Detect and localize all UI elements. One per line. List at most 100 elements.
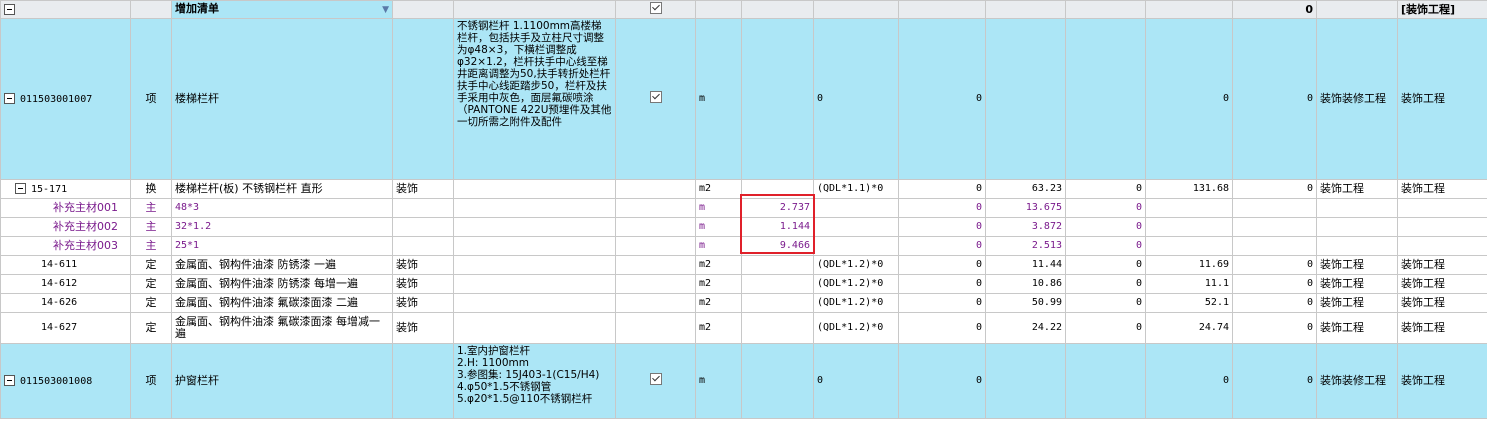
- row-name: 金属面、钢构件油漆 氟碳漆面漆 二遍: [171, 293, 393, 313]
- item-value: [985, 18, 1066, 180]
- boq-grid: 增加清单 ▼ 0 [装饰工程] 011503001007 项 楼梯栏杆 不锈钢栏杆…: [0, 0, 1487, 419]
- row-name: 25*1: [171, 236, 393, 256]
- row-code: 补充主材003: [0, 236, 131, 256]
- item-spec: [392, 18, 454, 180]
- row-qty[interactable]: 1.144: [741, 217, 814, 237]
- item-profession: 装饰工程: [1397, 343, 1487, 419]
- item-value: 0: [1145, 343, 1233, 419]
- item-value: 0: [898, 18, 986, 180]
- row-type: 主: [130, 217, 172, 237]
- item-row[interactable]: 011503001008 项 护窗栏杆 1.室内护窗栏杆 2.H: 1100mm…: [0, 343, 1487, 419]
- row-unit: m: [695, 217, 742, 237]
- row-qty[interactable]: 2.737: [741, 198, 814, 218]
- row-profession: 装饰工程: [1397, 274, 1487, 294]
- collapse-icon[interactable]: [4, 375, 15, 386]
- row-value: 63.23: [985, 179, 1066, 199]
- table-row[interactable]: 14-612 定 金属面、钢构件油漆 防锈漆 每增一遍 装饰 m2 (QDL*1…: [0, 274, 1487, 294]
- collapse-icon[interactable]: [4, 4, 15, 15]
- row-spec: 装饰: [392, 179, 454, 199]
- row-spec: 装饰: [392, 312, 454, 344]
- item-code: 011503001007: [20, 93, 93, 105]
- row-value: 0: [1232, 179, 1317, 199]
- material-row[interactable]: 补充主材003 主 25*1 m 9.466 0 2.513 0: [0, 236, 1487, 256]
- table-row[interactable]: 14-611 定 金属面、钢构件油漆 防锈漆 一遍 装饰 m2 (QDL*1.2…: [0, 255, 1487, 275]
- row-value: 0: [1065, 236, 1146, 256]
- row-name: 48*3: [171, 198, 393, 218]
- row-value: 24.74: [1145, 312, 1233, 344]
- item-checkbox[interactable]: [649, 373, 662, 385]
- row-formula: (QDL*1.2)*0: [813, 312, 899, 344]
- row-code: 14-612: [0, 274, 131, 294]
- row-value: 10.86: [985, 274, 1066, 294]
- row-value: 0: [898, 274, 986, 294]
- item-unit: m: [695, 343, 742, 419]
- table-row[interactable]: 15-171 换 楼梯栏杆(板) 不锈钢栏杆 直形 装饰 m2 (QDL*1.1…: [0, 179, 1487, 199]
- row-value: 131.68: [1145, 179, 1233, 199]
- group-name: 增加清单: [175, 2, 219, 15]
- row-unit: m2: [695, 312, 742, 344]
- row-value: 0: [1065, 255, 1146, 275]
- row-code: 14-627: [0, 312, 131, 344]
- row-value: 0: [1065, 217, 1146, 237]
- item-type: 项: [130, 18, 172, 180]
- item-name: 楼梯栏杆: [171, 18, 393, 180]
- group-toggle[interactable]: [0, 0, 131, 19]
- item-formula: 0: [813, 18, 899, 180]
- row-formula: (QDL*1.2)*0: [813, 274, 899, 294]
- row-value: 0: [898, 217, 986, 237]
- item-qty: [741, 18, 814, 180]
- table-row[interactable]: 14-626 定 金属面、钢构件油漆 氟碳漆面漆 二遍 装饰 m2 (QDL*1…: [0, 293, 1487, 313]
- row-unit: m2: [695, 255, 742, 275]
- item-value: 0: [1145, 18, 1233, 180]
- row-code: 15-171: [31, 183, 68, 195]
- item-profession: 装饰工程: [1397, 18, 1487, 180]
- collapse-icon[interactable]: [4, 93, 15, 104]
- row-name: 楼梯栏杆(板) 不锈钢栏杆 直形: [171, 179, 393, 199]
- row-value: 0: [1065, 179, 1146, 199]
- row-value: 0: [1232, 293, 1317, 313]
- row-unit: m: [695, 236, 742, 256]
- row-qty[interactable]: 9.466: [741, 236, 814, 256]
- item-description: 不锈钢栏杆 1.1100mm高楼梯栏杆，包括扶手及立柱尺寸调整为φ48×3，下横…: [453, 18, 616, 180]
- row-name: 金属面、钢构件油漆 防锈漆 每增一遍: [171, 274, 393, 294]
- row-type: 换: [130, 179, 172, 199]
- material-row[interactable]: 补充主材001 主 48*3 m 2.737 0 13.675 0: [0, 198, 1487, 218]
- row-major: 装饰工程: [1316, 312, 1398, 344]
- row-value: 0: [898, 255, 986, 275]
- item-formula: 0: [813, 343, 899, 419]
- dropdown-triangle-icon[interactable]: ▼: [382, 3, 389, 17]
- row-value: 0: [898, 312, 986, 344]
- row-value: 0: [1232, 274, 1317, 294]
- row-value: 0: [898, 198, 986, 218]
- row-value: 0: [898, 236, 986, 256]
- collapse-icon[interactable]: [15, 183, 26, 194]
- row-major: 装饰工程: [1316, 255, 1398, 275]
- row-type: 定: [130, 255, 172, 275]
- row-formula: (QDL*1.2)*0: [813, 255, 899, 275]
- item-description: 1.室内护窗栏杆 2.H: 1100mm 3.参图集: 15J403-1(C15…: [453, 343, 616, 419]
- row-type: 定: [130, 293, 172, 313]
- group-header-row[interactable]: 增加清单 ▼ 0 [装饰工程]: [0, 0, 1487, 19]
- table-row[interactable]: 14-627 定 金属面、钢构件油漆 氟碳漆面漆 每增减一遍 装饰 m2 (QD…: [0, 312, 1487, 344]
- row-unit: m2: [695, 274, 742, 294]
- row-value: 11.69: [1145, 255, 1233, 275]
- item-checkbox[interactable]: [649, 91, 662, 103]
- row-code: 14-626: [0, 293, 131, 313]
- row-value: 0: [898, 293, 986, 313]
- item-name: 护窗栏杆: [171, 343, 393, 419]
- row-type: 定: [130, 274, 172, 294]
- row-major: 装饰工程: [1316, 274, 1398, 294]
- group-checkbox[interactable]: [649, 1, 662, 14]
- row-unit: m: [695, 198, 742, 218]
- group-name-cell[interactable]: 增加清单 ▼: [171, 0, 393, 19]
- group-total: 0: [1232, 0, 1317, 19]
- row-formula: (QDL*1.1)*0: [813, 179, 899, 199]
- material-row[interactable]: 补充主材002 主 32*1.2 m 1.144 0 3.872 0: [0, 217, 1487, 237]
- item-value: 0: [898, 343, 986, 419]
- item-major: 装饰装修工程: [1316, 343, 1398, 419]
- row-name: 金属面、钢构件油漆 氟碳漆面漆 每增减一遍: [171, 312, 393, 344]
- item-row[interactable]: 011503001007 项 楼梯栏杆 不锈钢栏杆 1.1100mm高楼梯栏杆，…: [0, 18, 1487, 180]
- row-value: 11.1: [1145, 274, 1233, 294]
- row-code: 补充主材001: [0, 198, 131, 218]
- row-name: 32*1.2: [171, 217, 393, 237]
